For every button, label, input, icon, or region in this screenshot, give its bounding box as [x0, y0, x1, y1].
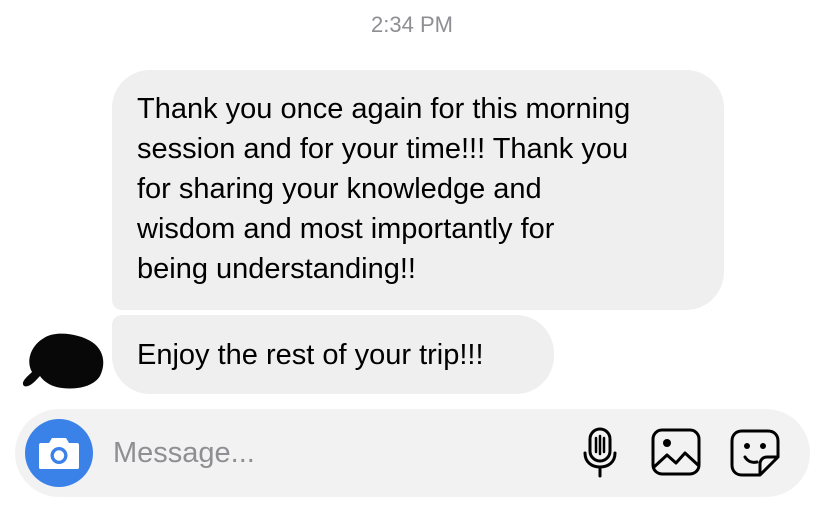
- camera-icon: [39, 438, 79, 469]
- sticker-icon: [730, 429, 780, 477]
- message-input[interactable]: [113, 431, 553, 475]
- camera-button[interactable]: [25, 419, 93, 487]
- photo-icon: [651, 428, 701, 476]
- sticker-button[interactable]: [727, 427, 783, 479]
- message-bubble[interactable]: Enjoy the rest of your trip!!!: [112, 315, 554, 394]
- message-timestamp: 2:34 PM: [371, 12, 453, 37]
- microphone-button[interactable]: [572, 427, 628, 479]
- avatar[interactable]: [22, 332, 106, 392]
- photo-button[interactable]: [648, 427, 704, 479]
- message-bubble[interactable]: Thank you once again for this morning se…: [112, 70, 724, 310]
- microphone-icon: [583, 427, 617, 478]
- message-composer: [15, 409, 810, 497]
